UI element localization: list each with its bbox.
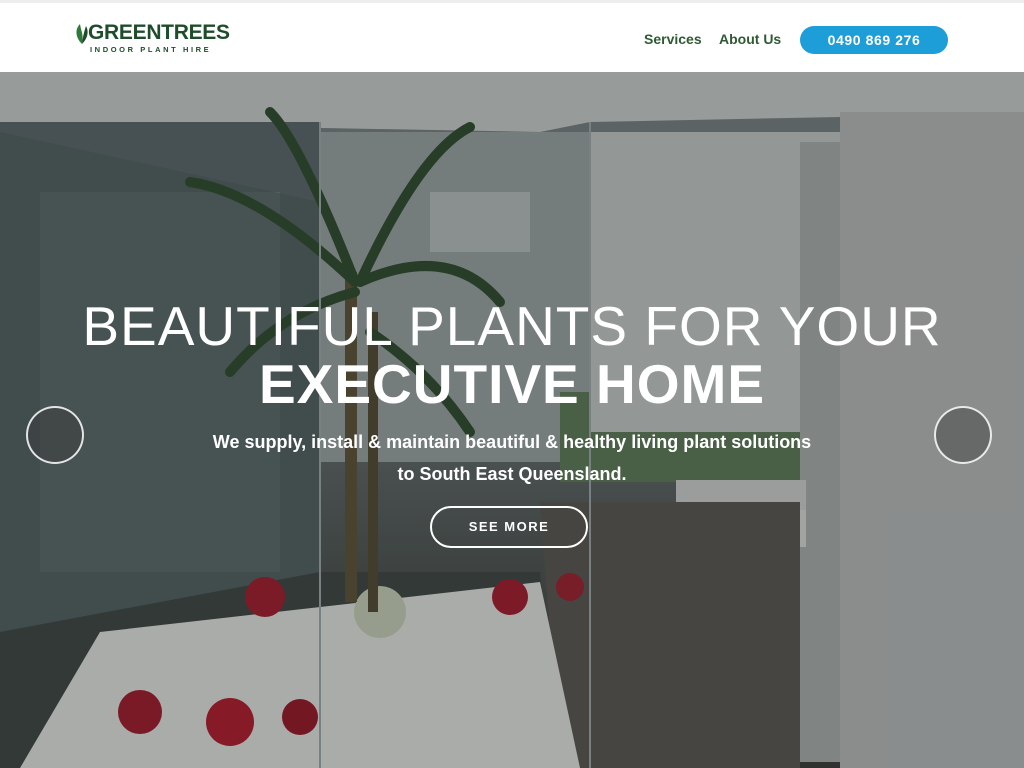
- brand-name: GREENTREES: [88, 21, 230, 44]
- site-header: GREENTREES INDOOR PLANT HIRE Services Ab…: [0, 0, 1024, 72]
- circle-prev-icon[interactable]: [26, 406, 84, 464]
- hero-subtext-line1: We supply, install & maintain beautiful …: [212, 432, 812, 452]
- hero-overlay: [0, 72, 1024, 768]
- circle-next-icon[interactable]: [934, 406, 992, 464]
- hero-subtext-line2: to South East Queensland.: [397, 464, 627, 484]
- hero-section: BEAUTIFUL PLANTS FOR YOUR EXECUTIVE HOME…: [0, 72, 1024, 768]
- brand-tagline: INDOOR PLANT HIRE: [90, 45, 212, 54]
- hero-headline-line1: BEAUTIFUL PLANTS FOR YOUR: [82, 295, 942, 357]
- see-more-button[interactable]: SEE MORE: [430, 506, 588, 548]
- phone-button[interactable]: 0490 869 276: [800, 26, 948, 54]
- greentrees-logo[interactable]: GREENTREES INDOOR PLANT HIRE: [74, 21, 234, 61]
- hero-headline-line2: EXECUTIVE HOME: [258, 353, 766, 415]
- hero-subtext: We supply, install & maintain beautiful …: [0, 426, 1024, 490]
- nav-link-about-us[interactable]: About Us: [719, 31, 781, 47]
- nav-link-services[interactable]: Services: [644, 31, 702, 47]
